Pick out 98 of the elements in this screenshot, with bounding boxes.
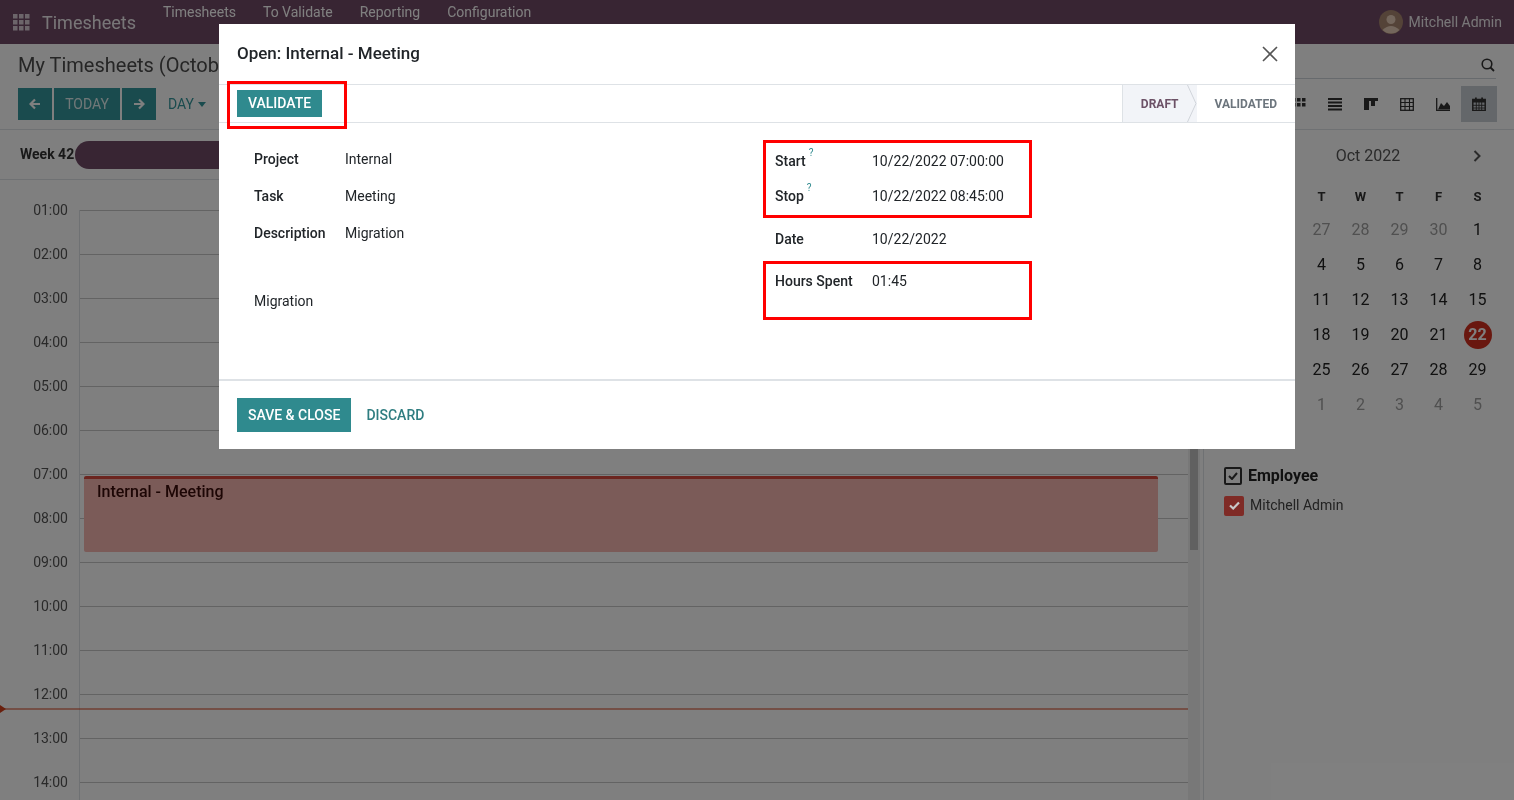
time-label: 06:00 [33, 421, 68, 439]
calendar-day[interactable]: 6 [1385, 250, 1414, 279]
chart-view-icon [1436, 97, 1450, 111]
user-name[interactable]: Mitchell Admin [1408, 11, 1502, 33]
field-label: Date [775, 230, 804, 249]
calendar-day[interactable]: 22 [1463, 320, 1492, 349]
scale-dropdown[interactable]: DAY [168, 88, 206, 120]
field-label: Start [775, 152, 806, 171]
discard-button[interactable]: DISCARD [365, 398, 426, 432]
field-value[interactable]: 01:45 [872, 271, 907, 292]
field-value[interactable]: 10/22/2022 [872, 229, 947, 250]
calendar-day[interactable]: 12 [1346, 285, 1375, 314]
breadcrumb-title: My Timesheets (Octob [18, 52, 219, 79]
field-value[interactable]: 10/22/2022 07:00:00 [872, 151, 1004, 172]
filter-title: Employee [1248, 465, 1319, 487]
menu-item[interactable]: Reporting [359, 4, 421, 21]
field-value[interactable]: 10/22/2022 08:45:00 [872, 186, 1004, 207]
time-label: 05:00 [33, 377, 68, 395]
save-button[interactable]: SAVE & CLOSE [237, 398, 352, 432]
field-value[interactable]: Internal [345, 149, 393, 170]
field-label: Stop [775, 187, 804, 206]
calendar-day[interactable]: 21 [1424, 320, 1453, 349]
time-label: 09:00 [33, 553, 68, 571]
field-value[interactable]: Meeting [345, 186, 396, 207]
check-icon [1228, 501, 1240, 510]
checkbox[interactable] [1224, 495, 1244, 516]
calendar-view-icon [1472, 97, 1486, 111]
time-label: 04:00 [33, 333, 68, 351]
calendar-day[interactable]: 1 [1463, 215, 1492, 244]
help-tooltip[interactable]: ? [806, 183, 812, 193]
field-label: Task [254, 187, 285, 206]
calendar-day[interactable]: 29 [1463, 355, 1492, 384]
arrow-left-icon [29, 98, 41, 110]
field-value[interactable]: Migration [345, 223, 405, 244]
time-label: 10:00 [33, 597, 68, 615]
time-label: 01:00 [33, 201, 68, 219]
weekday-label: T [1394, 188, 1405, 207]
field-label: Project [254, 150, 300, 169]
calendar-day[interactable]: 18 [1307, 320, 1336, 349]
time-label: 11:00 [33, 641, 68, 659]
menu-item[interactable]: Configuration [447, 4, 532, 21]
chevron-divider-icon [1186, 85, 1197, 122]
event-title: Internal - Meeting [97, 482, 224, 501]
calendar-day[interactable]: 4 [1307, 250, 1336, 279]
calendar-day[interactable]: 13 [1385, 285, 1414, 314]
time-label: 07:00 [33, 465, 68, 483]
menu-item[interactable]: To Validate [263, 4, 333, 21]
time-label: 12:00 [33, 685, 68, 703]
weekday-label: W [1353, 188, 1368, 207]
time-label: 08:00 [33, 509, 68, 527]
calendar-day[interactable]: 15 [1463, 285, 1492, 314]
check-icon [1228, 472, 1238, 480]
caret-icon [197, 101, 206, 107]
close-icon[interactable] [1262, 46, 1278, 62]
time-label: 02:00 [33, 245, 68, 263]
week-label: Week 42 [19, 145, 75, 164]
help-tooltip[interactable]: ? [808, 148, 814, 158]
search-icon[interactable] [1481, 57, 1495, 72]
next-button[interactable] [122, 88, 156, 120]
status-stage[interactable]: VALIDATED [1196, 85, 1295, 122]
calendar-day[interactable]: 8 [1463, 250, 1492, 279]
chevron-right-icon[interactable] [1473, 150, 1481, 162]
arrow-right-icon [133, 98, 145, 110]
calendar-day[interactable]: 27 [1385, 355, 1414, 384]
calendar-day[interactable]: 28 [1424, 355, 1453, 384]
calendar-event[interactable]: Internal - Meeting [84, 476, 1158, 552]
field-label: Hours Spent [775, 272, 853, 291]
kanban-view-icon [1364, 97, 1378, 111]
time-label: 13:00 [33, 729, 68, 747]
status-stage[interactable]: DRAFT [1122, 85, 1197, 122]
calendar-day[interactable]: 20 [1385, 320, 1414, 349]
filter-item-label[interactable]: Mitchell Admin [1250, 495, 1344, 516]
calendar-day[interactable]: 14 [1424, 285, 1453, 314]
calendar-day[interactable]: 19 [1346, 320, 1375, 349]
previous-button[interactable] [18, 88, 52, 120]
app-title[interactable]: Timesheets [42, 8, 136, 36]
list-view-icon [1328, 97, 1342, 111]
menu-item[interactable]: Timesheets [162, 4, 236, 21]
description-text[interactable]: Migration [254, 292, 314, 310]
calendar-day[interactable]: 11 [1307, 285, 1336, 314]
weekday-label: F [1433, 188, 1444, 207]
field-label: Description [254, 224, 327, 243]
scrollbar-thumb[interactable] [1190, 448, 1198, 550]
calendar-day[interactable]: 26 [1346, 355, 1375, 384]
weekday-label: T [1316, 188, 1327, 207]
calendar-day[interactable]: 5 [1346, 250, 1375, 279]
time-label: 03:00 [33, 289, 68, 307]
dialog-title: Open: Internal - Meeting [237, 42, 420, 66]
checkbox[interactable] [1224, 467, 1242, 485]
table-view-icon [1400, 97, 1414, 111]
validate-button[interactable]: VALIDATE [237, 90, 323, 117]
avatar-icon[interactable] [1378, 10, 1403, 34]
apps-menu-icon[interactable] [13, 13, 30, 31]
calendar-day[interactable]: 7 [1424, 250, 1453, 279]
time-label: 14:00 [33, 773, 68, 791]
calendar-day[interactable]: 25 [1307, 355, 1336, 384]
weekday-label: S [1472, 188, 1483, 207]
month-title: Oct 2022 [1334, 145, 1402, 167]
